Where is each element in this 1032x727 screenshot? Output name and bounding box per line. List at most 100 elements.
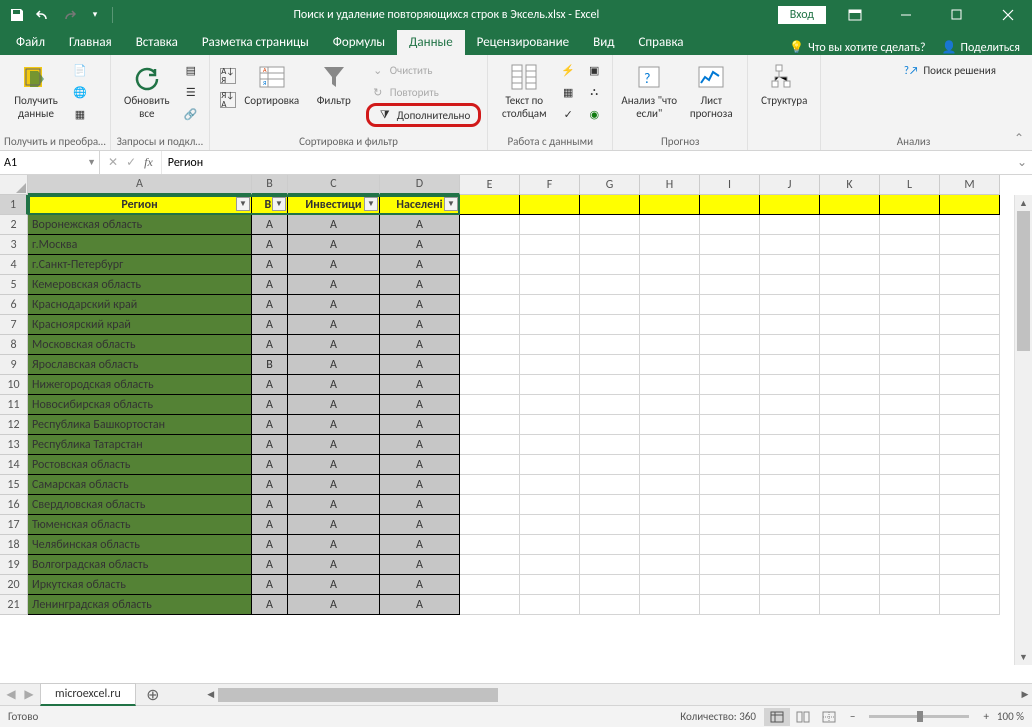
cell[interactable]: [580, 315, 640, 335]
cell[interactable]: [460, 575, 520, 595]
row-header-6[interactable]: 6: [0, 295, 28, 315]
cell-A4[interactable]: г.Санкт-Петербург: [28, 255, 252, 275]
row-header-8[interactable]: 8: [0, 335, 28, 355]
column-header-F[interactable]: F: [520, 175, 580, 195]
cell[interactable]: [940, 235, 1000, 255]
cell-C4[interactable]: A: [288, 255, 380, 275]
row-header-9[interactable]: 9: [0, 355, 28, 375]
cell[interactable]: [520, 595, 580, 615]
cell[interactable]: [880, 275, 940, 295]
tab-insert[interactable]: Вставка: [124, 30, 190, 55]
column-header-C[interactable]: C: [288, 175, 380, 195]
select-all-button[interactable]: [0, 175, 28, 195]
sort-button[interactable]: АЯ Сортировка: [242, 59, 302, 110]
cell[interactable]: [460, 335, 520, 355]
cell[interactable]: [820, 235, 880, 255]
cell-D11[interactable]: A: [380, 395, 460, 415]
cell[interactable]: [880, 375, 940, 395]
cell[interactable]: [940, 415, 1000, 435]
cell[interactable]: [520, 295, 580, 315]
cell-B7[interactable]: A: [252, 315, 288, 335]
scroll-left-button[interactable]: ◀: [204, 686, 218, 704]
cell[interactable]: [580, 215, 640, 235]
cell[interactable]: [700, 195, 760, 215]
cell[interactable]: [520, 395, 580, 415]
cell[interactable]: [940, 195, 1000, 215]
cell[interactable]: [460, 375, 520, 395]
cell[interactable]: [640, 595, 700, 615]
scroll-thumb-v[interactable]: [1017, 211, 1030, 351]
cell[interactable]: [640, 475, 700, 495]
cell-B10[interactable]: A: [252, 375, 288, 395]
row-header-19[interactable]: 19: [0, 555, 28, 575]
cell[interactable]: [940, 595, 1000, 615]
cell[interactable]: [640, 355, 700, 375]
cell[interactable]: [580, 275, 640, 295]
cell-A7[interactable]: Красноярский край: [28, 315, 252, 335]
cell[interactable]: [460, 235, 520, 255]
cell[interactable]: [880, 235, 940, 255]
cell[interactable]: [940, 255, 1000, 275]
edit-links-button[interactable]: 🔗: [179, 103, 203, 125]
cell[interactable]: [880, 435, 940, 455]
cell[interactable]: [580, 195, 640, 215]
cell-C17[interactable]: A: [288, 515, 380, 535]
cell-A18[interactable]: Челябинская область: [28, 535, 252, 555]
cell[interactable]: [940, 375, 1000, 395]
cell-C15[interactable]: A: [288, 475, 380, 495]
advanced-filter-button[interactable]: ⧩Дополнительно: [373, 104, 474, 126]
filter-dropdown-C[interactable]: ▼: [364, 197, 378, 211]
view-pagelayout-button[interactable]: [790, 708, 816, 726]
row-header-12[interactable]: 12: [0, 415, 28, 435]
cell[interactable]: [700, 555, 760, 575]
queries-connections-button[interactable]: ▤: [179, 59, 203, 81]
cell-D18[interactable]: A: [380, 535, 460, 555]
cell[interactable]: [640, 515, 700, 535]
cell[interactable]: [820, 275, 880, 295]
cell-C16[interactable]: A: [288, 495, 380, 515]
cell[interactable]: [580, 395, 640, 415]
cell[interactable]: [460, 395, 520, 415]
cell-D4[interactable]: A: [380, 255, 460, 275]
sort-asc-button[interactable]: A↓Я: [216, 65, 240, 87]
cell[interactable]: [460, 215, 520, 235]
cell[interactable]: [940, 335, 1000, 355]
cell[interactable]: [760, 375, 820, 395]
header-cell-C[interactable]: Инвестици▼: [288, 195, 380, 215]
consolidate-button[interactable]: ▣: [582, 59, 606, 81]
cell-A17[interactable]: Тюменская область: [28, 515, 252, 535]
cell[interactable]: [820, 195, 880, 215]
cell[interactable]: [700, 595, 760, 615]
close-button[interactable]: [985, 0, 1030, 29]
column-header-D[interactable]: D: [380, 175, 460, 195]
cell[interactable]: [820, 475, 880, 495]
cell[interactable]: [940, 575, 1000, 595]
cell[interactable]: [700, 435, 760, 455]
cell[interactable]: [460, 275, 520, 295]
cell[interactable]: [880, 355, 940, 375]
cell-A21[interactable]: Ленинградская область: [28, 595, 252, 615]
cell[interactable]: [820, 395, 880, 415]
cell[interactable]: [460, 535, 520, 555]
cell[interactable]: [940, 355, 1000, 375]
cell[interactable]: [880, 495, 940, 515]
cell-A2[interactable]: Воронежская область: [28, 215, 252, 235]
cell[interactable]: [760, 455, 820, 475]
cell-D14[interactable]: A: [380, 455, 460, 475]
scroll-up-button[interactable]: ▲: [1015, 195, 1032, 211]
cell-B11[interactable]: A: [252, 395, 288, 415]
cell[interactable]: [520, 195, 580, 215]
tell-me[interactable]: 💡Что вы хотите сделать?: [789, 40, 925, 55]
cell[interactable]: [640, 375, 700, 395]
cell[interactable]: [520, 455, 580, 475]
cell[interactable]: [580, 475, 640, 495]
save-button[interactable]: [6, 4, 28, 26]
row-header-16[interactable]: 16: [0, 495, 28, 515]
cell-D5[interactable]: A: [380, 275, 460, 295]
cell[interactable]: [820, 595, 880, 615]
cell-C8[interactable]: A: [288, 335, 380, 355]
cell[interactable]: [580, 355, 640, 375]
header-cell-B[interactable]: ВІ▼: [252, 195, 288, 215]
cells-area[interactable]: Регион▼ВІ▼Инвестици▼Населені▼Воронежская…: [28, 195, 1014, 665]
cell[interactable]: [640, 455, 700, 475]
